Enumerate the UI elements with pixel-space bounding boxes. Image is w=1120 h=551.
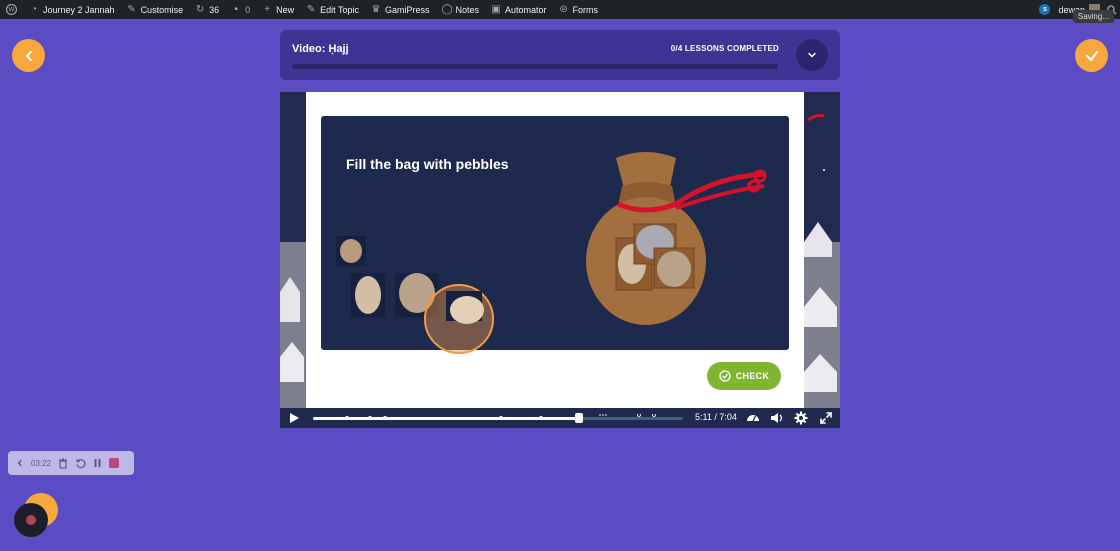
admin-bar: W ◔ Journey 2 Jannah ✎ Customise ↻ 36 ▪ …: [0, 0, 1120, 23]
chapter-markers: [314, 414, 656, 420]
pebble: [450, 296, 484, 324]
plus-icon: +: [264, 3, 271, 15]
check-label: CHECK: [735, 371, 770, 381]
recording-indicator-button[interactable]: [14, 503, 48, 537]
fullscreen-icon[interactable]: [819, 411, 833, 425]
comments-count: 0: [245, 4, 251, 15]
lessons-completed-text: 0/4 LESSONS COMPLETED: [670, 44, 779, 53]
dashboard-icon: ◔: [30, 3, 38, 15]
stop-recording-button[interactable]: [109, 456, 120, 470]
edit-topic-link[interactable]: ✎ Edit Topic: [300, 0, 365, 19]
s-badge[interactable]: s: [1035, 0, 1054, 19]
pebble: [355, 276, 381, 314]
chevron-left-icon: [17, 459, 22, 467]
checkmark-icon: [1085, 50, 1098, 61]
pebble-bag: [586, 152, 767, 325]
updates-count: 36: [209, 4, 220, 15]
lesson-dropdown-toggle[interactable]: [796, 39, 828, 71]
volume-icon[interactable]: [770, 411, 784, 425]
wordpress-icon: W: [6, 4, 17, 15]
seek-bar[interactable]: [313, 413, 683, 423]
screen-recorder-toolbar: 03:22: [8, 451, 134, 475]
new-label: New: [276, 4, 295, 15]
pause-icon: [94, 459, 101, 467]
notes-link[interactable]: ◯ Notes: [436, 0, 486, 19]
stop-icon: [109, 458, 120, 468]
pebble: [340, 239, 362, 263]
automator-label: Automator: [505, 4, 547, 15]
playback-time: 5:11 / 7:04: [695, 412, 737, 422]
notes-label: Notes: [455, 4, 480, 15]
gear-icon[interactable]: [794, 411, 808, 425]
forms-label: Forms: [572, 4, 599, 15]
recording-timer: 03:22: [31, 458, 52, 468]
new-content-link[interactable]: + New: [256, 0, 300, 19]
edit-topic-label: Edit Topic: [320, 4, 359, 15]
svg-text:W: W: [9, 7, 15, 14]
gamipress-label: GamiPress: [384, 4, 430, 15]
activity-title: Fill the bag with pebbles: [346, 156, 509, 172]
updates-icon: ↻: [195, 3, 205, 15]
comments-link[interactable]: ▪ 0: [225, 0, 256, 19]
chevron-left-icon: [25, 50, 32, 61]
trash-icon: [59, 457, 68, 469]
lesson-progress-bar: [292, 64, 778, 69]
chat-icon: ◯: [441, 3, 453, 15]
customise-link[interactable]: ✎ Customise: [121, 0, 190, 19]
play-icon[interactable]: [288, 412, 300, 424]
check-circle-icon: [719, 370, 731, 382]
chevron-down-icon: [808, 52, 816, 58]
speed-icon[interactable]: [746, 411, 760, 425]
restart-recording-button[interactable]: [75, 456, 86, 470]
lesson-header: Video: Ḥajj 0/4 LESSONS COMPLETED: [280, 30, 840, 80]
check-answer-button[interactable]: CHECK: [707, 362, 781, 390]
player-controls: 5:11 / 7:04: [280, 408, 840, 428]
crown-icon: ♛: [371, 3, 381, 15]
forms-link[interactable]: ⊜ Forms: [553, 0, 605, 19]
lesson-title: Video: Ḥajj: [292, 43, 349, 55]
brush-icon: ✎: [127, 3, 136, 15]
updates-link[interactable]: ↻ 36: [189, 0, 225, 19]
tents-background-right: [804, 92, 840, 408]
video-player[interactable]: Fill the bag with pebbles CHECK 5:11 / 7…: [280, 92, 840, 428]
saving-tooltip: Saving...: [1072, 10, 1114, 23]
automator-link[interactable]: ▣ Automator: [485, 0, 553, 19]
site-name: Journey 2 Jannah: [43, 4, 115, 15]
restart-icon: [75, 458, 86, 468]
pencil-icon: ✎: [306, 3, 316, 15]
collapse-recorder-button[interactable]: [16, 456, 24, 470]
wordpress-logo[interactable]: W: [0, 0, 23, 19]
previous-button[interactable]: [12, 39, 45, 72]
comment-icon: ▪: [234, 3, 238, 15]
gamipress-link[interactable]: ♛ GamiPress: [365, 0, 436, 19]
site-name-link[interactable]: ◔ Journey 2 Jannah: [23, 0, 121, 19]
s-icon: s: [1039, 4, 1051, 15]
robot-icon: ▣: [491, 3, 501, 15]
pause-recording-button[interactable]: [93, 456, 102, 470]
discard-recording-button[interactable]: [58, 456, 68, 470]
seek-bar-thumb[interactable]: [575, 413, 584, 423]
customise-label: Customise: [140, 4, 184, 15]
tents-background-left: [280, 92, 306, 408]
record-icon: [26, 515, 36, 525]
interactive-slide: Fill the bag with pebbles CHECK: [306, 92, 804, 408]
activity-panel: Fill the bag with pebbles: [321, 116, 789, 354]
pebbles-area: [336, 236, 494, 354]
forms-icon: ⊜: [559, 3, 568, 15]
mark-complete-button[interactable]: [1075, 39, 1108, 72]
